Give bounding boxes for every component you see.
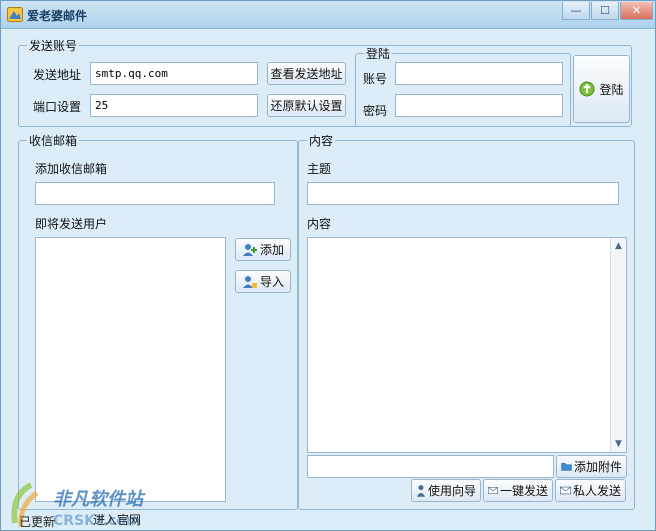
add-recipient-label: 添加收信邮箱 <box>35 162 108 176</box>
attachment-path-field[interactable] <box>307 455 554 478</box>
status-updated: 已更新 <box>19 515 56 529</box>
password-label: 密码 <box>363 104 388 118</box>
add-recipient-field[interactable] <box>35 182 275 205</box>
add-attachment-label: 添加附件 <box>573 460 622 474</box>
envelope-icon <box>488 487 498 494</box>
window-title: 爱老婆邮件 <box>27 9 88 23</box>
account-field[interactable] <box>395 62 563 85</box>
send-address-label: 发送地址 <box>33 68 82 82</box>
content-legend: 内容 <box>309 134 334 148</box>
scroll-up-icon[interactable]: ▲ <box>611 238 626 254</box>
guide-button[interactable]: 使用向导 <box>411 479 481 502</box>
envelope-icon <box>560 486 571 495</box>
private-send-label: 私人发送 <box>572 484 621 498</box>
send-all-label: 一键发送 <box>499 484 548 498</box>
password-field[interactable] <box>395 94 563 117</box>
send-address-field[interactable] <box>90 62 258 85</box>
maximize-button[interactable]: ☐ <box>591 2 619 20</box>
inbox-legend: 收信邮箱 <box>29 134 78 148</box>
scroll-down-icon[interactable]: ▼ <box>611 436 626 452</box>
account-label: 账号 <box>363 72 388 86</box>
send-all-button[interactable]: 一键发送 <box>483 479 553 502</box>
body-scrollbar[interactable]: ▲ ▼ <box>610 238 626 452</box>
add-attachment-button[interactable]: 添加附件 <box>556 455 627 478</box>
body-label: 内容 <box>307 217 332 231</box>
app-logo-icon <box>7 7 23 22</box>
login-button-label: 登陆 <box>599 82 624 97</box>
body-textarea[interactable]: ▲ ▼ <box>307 237 627 453</box>
pending-users-list[interactable] <box>35 237 226 502</box>
add-button[interactable]: 添加 <box>235 238 291 261</box>
folder-icon <box>561 463 572 471</box>
close-button[interactable]: ✕ <box>620 2 653 20</box>
pending-users-label: 即将发送用户 <box>35 217 108 231</box>
subject-label: 主题 <box>307 162 332 176</box>
minimize-button[interactable]: — <box>562 2 590 20</box>
main-window: 爱老婆邮件 — ☐ ✕ 发送账号 发送地址 端口设置 查看发送地址 还原默认设置… <box>0 0 656 531</box>
port-field[interactable] <box>90 94 258 117</box>
login-arrow-icon <box>579 81 595 97</box>
login-button[interactable]: 登陆 <box>573 55 630 123</box>
send-account-legend: 发送账号 <box>29 39 78 53</box>
official-site-link[interactable]: 进入官网 <box>93 511 141 528</box>
view-send-address-button[interactable]: 查看发送地址 <box>267 62 346 85</box>
subject-field[interactable] <box>307 182 619 205</box>
import-button[interactable]: 导入 <box>235 270 291 293</box>
import-user-icon <box>242 275 257 288</box>
close-icon: ✕ <box>631 4 642 17</box>
import-button-label: 导入 <box>259 275 284 289</box>
add-user-icon <box>242 243 257 256</box>
restore-default-button[interactable]: 还原默认设置 <box>267 94 346 117</box>
login-legend: 登陆 <box>366 47 391 61</box>
add-button-label: 添加 <box>259 243 284 257</box>
port-label: 端口设置 <box>33 100 82 114</box>
maximize-icon: ☐ <box>600 4 610 17</box>
private-send-button[interactable]: 私人发送 <box>555 479 626 502</box>
person-icon <box>416 485 426 497</box>
title-bar[interactable]: 爱老婆邮件 — ☐ ✕ <box>1 1 655 29</box>
guide-button-label: 使用向导 <box>427 484 476 498</box>
minimize-icon: — <box>570 4 582 17</box>
